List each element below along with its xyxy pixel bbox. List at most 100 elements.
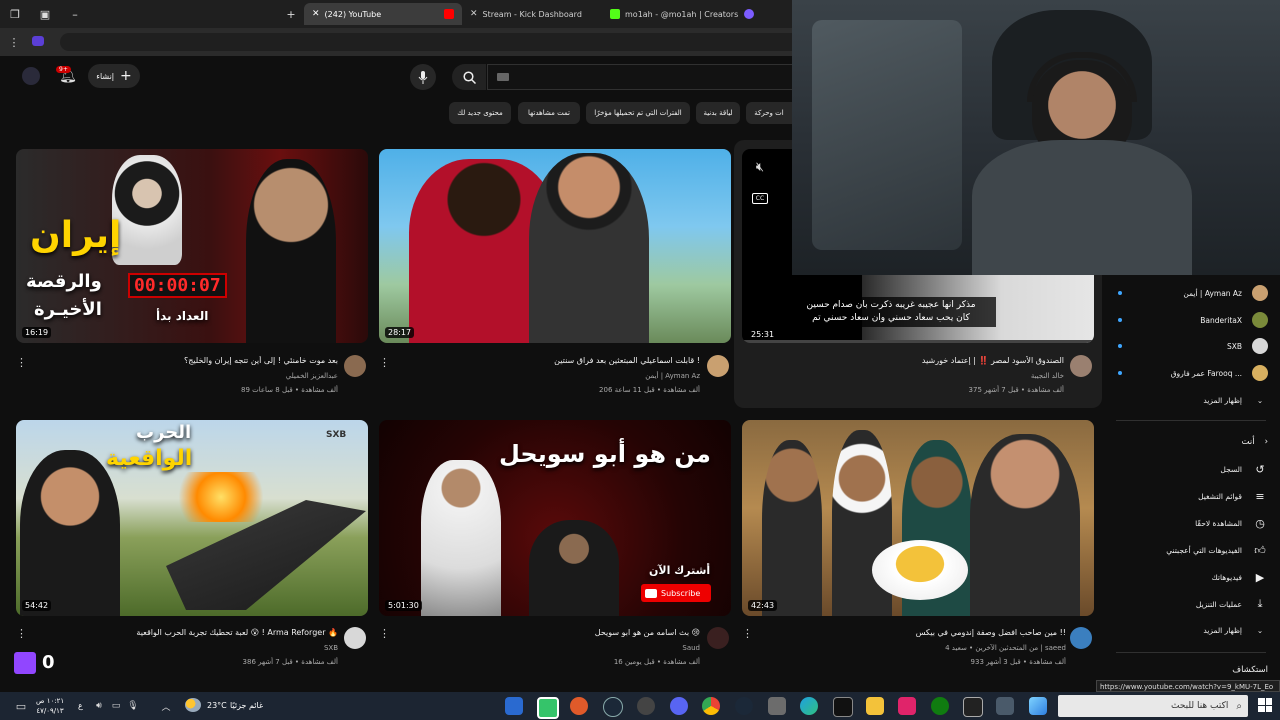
create-button[interactable]: إنشاء + <box>88 64 140 88</box>
steam-icon[interactable] <box>735 697 753 715</box>
video-thumbnail[interactable]: الحرب الواقعية SXB 54:42 <box>16 420 368 616</box>
sidebar-you-item[interactable]: عمليات التنزيل ⤓ <box>1118 593 1268 615</box>
xbox-icon[interactable] <box>931 697 949 715</box>
progress-track[interactable] <box>742 340 1094 343</box>
channel-avatar[interactable] <box>344 355 366 377</box>
mute-icon[interactable]: 🔇︎ <box>752 159 768 175</box>
sidebar-you-item[interactable]: فيديوهاتك ▶ <box>1118 566 1268 588</box>
channel-name[interactable]: خالد النجيبة <box>760 372 1064 380</box>
explosion-graphic <box>166 472 276 522</box>
chip-fitness[interactable]: لياقة بدنية <box>696 102 740 124</box>
sidebar-sub-farooq[interactable]: عمر فاروق Farooq ... <box>1118 362 1268 384</box>
sidebar-you-item[interactable]: قوائم التشغيل ≡ <box>1118 485 1268 507</box>
channel-name[interactable]: SXB <box>40 644 338 652</box>
more-options-icon[interactable]: ⋮ <box>16 627 27 640</box>
app-icon[interactable] <box>898 697 916 715</box>
show-hidden-icons[interactable]: ︿ <box>160 700 172 713</box>
temperature[interactable]: 23°C <box>207 701 227 710</box>
more-options-icon[interactable]: ⋮ <box>379 356 390 369</box>
language-indicator[interactable]: ع <box>78 701 83 710</box>
weather-icon[interactable] <box>185 698 201 712</box>
file-explorer-icon[interactable] <box>866 697 884 715</box>
channel-name[interactable]: Saud <box>400 644 700 652</box>
app-icon[interactable] <box>505 697 523 715</box>
captions-icon[interactable]: CC <box>752 193 768 204</box>
creators-favicon-icon <box>744 9 754 19</box>
close-tab-icon[interactable]: ✕ <box>470 9 478 19</box>
weather-text[interactable]: غائم جزئيًا <box>230 701 263 710</box>
video-thumbnail[interactable]: إيران والرقصة الأخيـرة 00:00:07 العداد ب… <box>16 149 368 343</box>
app-icon[interactable] <box>637 697 655 715</box>
menu-dots-icon[interactable]: ⋮ <box>8 35 20 49</box>
channel-avatar[interactable] <box>707 627 729 649</box>
discord-icon[interactable] <box>670 697 688 715</box>
chrome-icon[interactable] <box>702 697 720 715</box>
close-tab-icon[interactable]: ✕ <box>312 9 320 19</box>
video-thumbnail[interactable]: 42:43 <box>742 420 1094 616</box>
epic-games-icon[interactable] <box>963 697 983 717</box>
minimize-icon[interactable]: – <box>68 7 82 21</box>
chip-recently-uploaded[interactable]: الفترات التي تم تحميلها مؤخرًا <box>586 102 690 124</box>
microphone-tray-icon[interactable]: 🎙︎ <box>127 700 139 712</box>
sidebar-sub-sxb[interactable]: SXB <box>1118 335 1268 357</box>
video-thumbnail[interactable]: 28:17 <box>379 149 731 343</box>
notification-badge: 9+ <box>56 66 71 73</box>
more-options-icon[interactable]: ⋮ <box>379 627 390 640</box>
app-icon[interactable] <box>996 697 1014 715</box>
keyboard-icon[interactable] <box>497 73 509 81</box>
sidebar-you-item[interactable]: الفيديوهات التي أعجبتني 👍︎ <box>1118 539 1268 561</box>
channel-name[interactable]: أيمن | Ayman Az <box>400 372 700 380</box>
channel-name[interactable]: عبدالعزيز الخميلي <box>40 372 338 380</box>
taskbar-search-box[interactable]: اكتب هنا للبحث ⌕ <box>1058 695 1248 717</box>
clock[interactable]: ١٠:٢١ ص ٤٧/٠٩/١٣ <box>36 696 64 716</box>
tab-kick[interactable]: ✕ Stream - Kick Dashboard <box>462 3 602 25</box>
video-title[interactable]: لعبة تحطيك تجربة الحرب الواقعية 😮 ! Arma… <box>40 628 338 637</box>
volume-icon[interactable]: 🔊︎ <box>93 700 105 712</box>
video-title[interactable]: بث اسامه من هو ابو سويحل 😢 <box>400 628 700 637</box>
steam-icon[interactable] <box>603 697 623 717</box>
extension-icon[interactable] <box>32 36 44 46</box>
chip-action[interactable]: ات وحركة <box>746 102 792 124</box>
sidebar-you-item[interactable]: السجل ↺ <box>1118 458 1268 480</box>
sidebar-sub-banderitax[interactable]: BanderitaX <box>1118 309 1268 331</box>
channel-avatar[interactable] <box>344 627 366 649</box>
video-thumbnail[interactable]: من هو أبو سويحل أشترك الآن Subscribe 5:0… <box>379 420 731 616</box>
channel-avatar[interactable] <box>1070 627 1092 649</box>
channel-avatar[interactable] <box>1070 355 1092 377</box>
app-icon[interactable] <box>768 697 786 715</box>
tab-creators[interactable]: mo1ah - @mo1ah | Creators <box>602 3 762 25</box>
new-tab-plus-icon[interactable]: + <box>284 7 298 21</box>
tab-youtube[interactable]: ✕ (242) YouTube <box>304 3 462 25</box>
sidebar-show-more[interactable]: إظهار المزيد ⌄ <box>1118 389 1268 411</box>
channel-avatar[interactable] <box>707 355 729 377</box>
app-icon[interactable] <box>570 697 588 715</box>
search-input[interactable] <box>487 64 800 90</box>
tab-group-icon[interactable]: ▣ <box>38 7 52 21</box>
network-icon[interactable]: ▭ <box>110 700 122 712</box>
account-avatar[interactable] <box>22 67 40 85</box>
thumb-title: من هو أبو سويحل <box>499 440 711 468</box>
copilot-icon[interactable] <box>1029 697 1047 715</box>
sidebar-you-item[interactable]: المشاهدة لاحقًا ◷ <box>1118 512 1268 534</box>
mic-icon[interactable] <box>410 64 436 90</box>
chip-new-for-you[interactable]: محتوى جديد لك <box>449 102 511 124</box>
more-options-icon[interactable]: ⋮ <box>16 356 27 369</box>
sidebar-sub-ayman[interactable]: أيمن | Ayman Az <box>1118 282 1268 304</box>
url-input[interactable] <box>60 33 800 51</box>
channel-line[interactable]: 4 من المتحدثين الآخرين • سعيد | saeed <box>762 644 1066 652</box>
video-title[interactable]: قابلت اسماعيلي المبتعثين بعد فراق سنتين … <box>400 356 700 365</box>
video-title[interactable]: الصندوق الأسود لمصر ‼️ | إعتماد خورشيد <box>760 356 1064 365</box>
video-title[interactable]: بعد موت خامنئي ! إلى أين تتجه إيران والخ… <box>40 356 338 365</box>
search-icon[interactable] <box>452 64 486 90</box>
sidebar-you-header[interactable]: أنت › <box>1118 431 1268 453</box>
app-icon[interactable] <box>833 697 853 717</box>
chip-watched[interactable]: تمت مشاهدتها <box>518 102 580 124</box>
notification-center-icon[interactable]: ▭ <box>14 699 28 713</box>
more-options-icon[interactable]: ⋮ <box>742 627 753 640</box>
windows-start-icon[interactable] <box>1258 698 1272 712</box>
video-title[interactable]: مين صاحب افضل وصفة إندومي في بيكس !! <box>762 628 1066 637</box>
edge-icon[interactable] <box>800 697 818 715</box>
app-icon[interactable] <box>537 697 559 719</box>
window-icon[interactable]: ❐ <box>8 7 22 21</box>
sidebar-show-more-2[interactable]: إظهار المزيد ⌄ <box>1118 619 1268 641</box>
